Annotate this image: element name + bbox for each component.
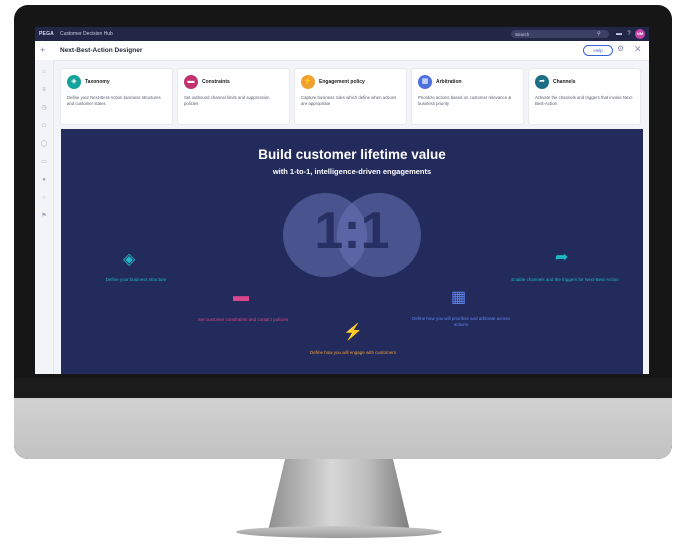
- card-title: Arbitration: [436, 79, 462, 85]
- page-title: Next-Best-Action Designer: [60, 47, 143, 54]
- flag-icon[interactable]: ⚑: [40, 212, 48, 220]
- avatar[interactable]: NM: [635, 29, 645, 39]
- constraints-icon: ▬: [184, 75, 198, 89]
- card-channels[interactable]: ➦ Channels Activate the channels and tri…: [529, 69, 640, 124]
- plus-icon[interactable]: +: [40, 45, 45, 55]
- channels-icon: ➦: [555, 249, 569, 266]
- card-description: Capture business rules which define when…: [301, 95, 397, 106]
- help-button[interactable]: Help: [583, 45, 613, 56]
- engagement-icon: ⚡: [301, 75, 315, 89]
- hero-subtitle: with 1-to-1, intelligence-driven engagem…: [272, 167, 432, 176]
- channels-icon: ➦: [535, 75, 549, 89]
- card-description: Prioritize actions based on customer rel…: [418, 95, 512, 106]
- card-constraints[interactable]: ▬ Constraints Set outbound channel limit…: [178, 69, 289, 124]
- notification-icon[interactable]: ▬: [615, 30, 623, 38]
- users-icon[interactable]: ●: [40, 176, 48, 184]
- top-bar: PEGA Customer Decision Hub Search ⚲ ▬ ? …: [35, 27, 649, 41]
- settings-icon[interactable]: ○: [40, 194, 48, 202]
- clock-icon[interactable]: ◷: [40, 104, 48, 112]
- monitor-bottom-bezel: [14, 378, 672, 398]
- card-title: Taxonomy: [85, 79, 110, 85]
- one-to-one-graphic: 1:1: [314, 202, 390, 260]
- card-taxonomy[interactable]: ◈ Taxonomy Define your Next-Best-Action …: [61, 69, 172, 124]
- hero-title: Build customer lifetime value: [258, 147, 446, 162]
- step-label: Set customer constraints and contact pol…: [197, 317, 289, 322]
- engagement-icon: ⚡: [343, 324, 363, 341]
- analytics-icon[interactable]: ≡: [40, 86, 48, 94]
- gear-icon[interactable]: ⚙: [617, 44, 624, 53]
- left-nav-rail: ⌂ ≡ ◷ □ ◯ ▭ ● ○ ⚑: [35, 60, 54, 374]
- step-label: Define how you will engage with customer…: [309, 350, 397, 355]
- card-description: Set outbound channel limits and suppress…: [184, 95, 270, 106]
- search-icon: ⚲: [597, 31, 601, 37]
- hero-banner: Build customer lifetime value with 1-to-…: [61, 129, 643, 374]
- app-screen: PEGA Customer Decision Hub Search ⚲ ▬ ? …: [35, 27, 649, 374]
- home-icon[interactable]: ⌂: [40, 68, 48, 76]
- card-title: Channels: [553, 79, 576, 85]
- card-title: Engagement policy: [319, 79, 365, 85]
- title-bar: + Next-Best-Action Designer Help ⚙ ✕: [35, 41, 649, 61]
- constraints-icon: ▬: [233, 288, 249, 305]
- close-icon[interactable]: ✕: [634, 44, 642, 55]
- card-description: Activate the channels and triggers that …: [535, 95, 634, 106]
- app-name: Customer Decision Hub: [60, 31, 113, 37]
- chat-icon[interactable]: ▭: [40, 158, 48, 166]
- card-engagement-policy[interactable]: ⚡ Engagement policy Capture business rul…: [295, 69, 406, 124]
- document-icon[interactable]: □: [40, 122, 48, 130]
- card-title: Constraints: [202, 79, 230, 85]
- help-icon[interactable]: ?: [625, 30, 633, 38]
- card-description: Define your Next-Best-Action business st…: [67, 95, 161, 106]
- step-label: Define how you will prioritize and arbit…: [412, 316, 510, 327]
- search-input[interactable]: Search ⚲: [511, 30, 609, 38]
- taxonomy-icon: ◈: [123, 251, 136, 268]
- brand-logo[interactable]: PEGA: [39, 31, 54, 37]
- arbitration-icon: ▦: [451, 289, 467, 306]
- step-label: Enable channels and the triggers for Nex…: [511, 277, 619, 282]
- card-arbitration[interactable]: ▦ Arbitration Prioritize actions based o…: [412, 69, 523, 124]
- monitor-foot: [236, 526, 442, 538]
- monitor-stand: [268, 459, 410, 531]
- taxonomy-icon: ◈: [67, 75, 81, 89]
- search-placeholder: Search: [515, 31, 530, 37]
- step-label: Define your business structure: [105, 277, 167, 282]
- arbitration-icon: ▦: [418, 75, 432, 89]
- lightbulb-icon[interactable]: ◯: [40, 140, 48, 148]
